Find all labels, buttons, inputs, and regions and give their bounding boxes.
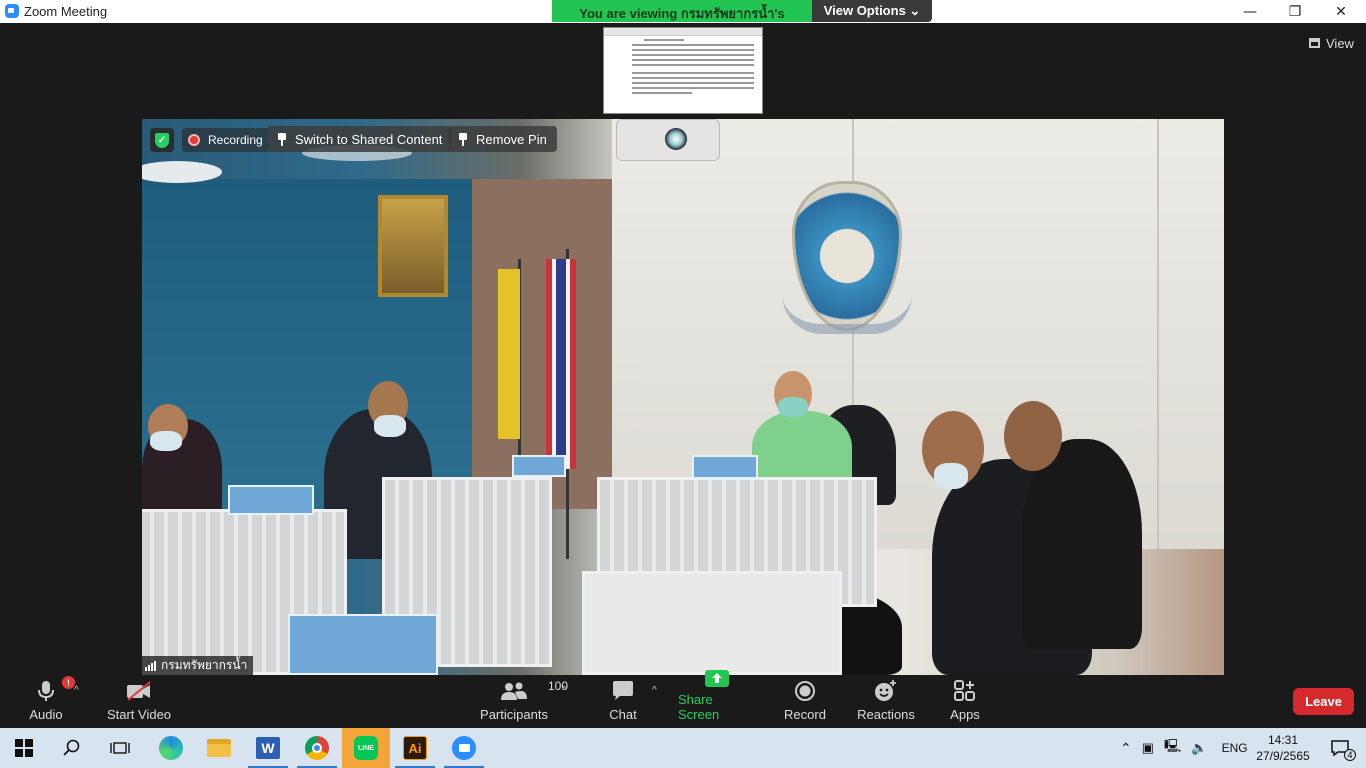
shared-screen-thumbnail[interactable]	[603, 27, 763, 114]
signal-strength-icon	[145, 660, 156, 671]
minimize-button[interactable]: —	[1227, 0, 1273, 23]
reactions-label: Reactions	[857, 707, 915, 722]
edge-taskbar-button[interactable]	[147, 728, 195, 768]
audio-button[interactable]: ! Audio	[22, 675, 75, 728]
start-video-button[interactable]: Start Video	[103, 675, 175, 728]
record-icon	[794, 678, 816, 704]
clock-time: 14:31	[1267, 733, 1299, 747]
reactions-icon	[873, 678, 899, 704]
screen-share-banner: You are viewing กรมทรัพยากรน้ำ's screen …	[552, 0, 932, 39]
restore-button[interactable]: ❐	[1272, 0, 1318, 23]
start-button[interactable]	[0, 728, 48, 768]
search-button[interactable]	[48, 728, 96, 768]
notifications-button[interactable]: 4	[1316, 728, 1364, 768]
chat-label: Chat	[609, 707, 637, 722]
share-screen-label: Share Screen	[678, 692, 720, 722]
view-button[interactable]: View	[1302, 31, 1360, 55]
pin-icon	[277, 132, 287, 146]
apps-button[interactable]: Apps	[944, 675, 986, 728]
system-tray: ⌃ ▣ 🖳 🔈 ENG	[1120, 728, 1248, 768]
video-off-icon	[125, 678, 153, 704]
view-button-label: View	[1326, 35, 1354, 51]
view-options-button[interactable]: View Options ⌄	[812, 0, 932, 22]
thai-flag	[546, 259, 576, 469]
share-screen-icon	[704, 669, 730, 689]
edge-icon	[159, 736, 183, 760]
chevron-up-icon[interactable]: ⌃	[1120, 740, 1132, 757]
ceiling-projector	[616, 119, 720, 161]
participants-options-caret[interactable]: ^	[562, 685, 567, 696]
start-video-label: Start Video	[106, 707, 172, 722]
line-taskbar-button[interactable]: LINE	[342, 728, 390, 768]
chat-button[interactable]: Chat	[600, 675, 646, 728]
search-icon	[63, 739, 80, 756]
task-view-icon	[110, 742, 130, 754]
participants-button[interactable]: 100 Participants	[478, 675, 568, 728]
folder-icon	[207, 739, 231, 757]
remove-pin-label: Remove Pin	[476, 131, 547, 147]
wall-portrait	[378, 195, 448, 297]
clock-date: 27/9/2565	[1256, 749, 1310, 763]
word-icon: W	[256, 737, 280, 759]
participants-label: Participants	[480, 707, 548, 722]
record-button[interactable]: Record	[782, 675, 828, 728]
thumbnail-toolbar	[604, 28, 762, 36]
participants-icon: 100	[500, 678, 568, 704]
zoom-taskbar-button[interactable]	[440, 728, 488, 768]
participant-name-tag: กรมทรัพยากรน้ำ	[142, 656, 254, 675]
language-indicator[interactable]: ENG	[1222, 741, 1248, 755]
chrome-icon	[305, 736, 329, 760]
audio-options-caret[interactable]: ^	[74, 685, 79, 696]
reactions-button[interactable]: Reactions	[856, 675, 916, 728]
remove-pin-button[interactable]: Remove Pin	[448, 126, 557, 152]
recording-indicator[interactable]: Recording	[182, 128, 269, 152]
meet-now-icon[interactable]: ▣	[1142, 740, 1154, 756]
switch-to-shared-content-label: Switch to Shared Content	[295, 131, 443, 147]
meeting-toolbar: ! Audio ^ Start Video 100 Participants ^…	[0, 670, 1366, 728]
task-view-button[interactable]	[96, 728, 144, 768]
chat-icon	[611, 678, 635, 704]
window-title: Zoom Meeting	[24, 4, 108, 19]
gallery-view-icon	[1309, 38, 1320, 48]
share-screen-button[interactable]: Share Screen	[678, 670, 756, 728]
microphone-icon: !	[36, 676, 75, 704]
participant-name: กรมทรัพยากรน้ำ	[161, 658, 248, 672]
pinned-video-feed[interactable]: ✓ Recording Switch to Shared Content Rem…	[142, 119, 1224, 675]
notification-count-badge: 4	[1344, 749, 1356, 761]
apps-label: Apps	[950, 707, 980, 722]
file-explorer-taskbar-button[interactable]	[195, 728, 243, 768]
record-label: Record	[784, 707, 826, 722]
illustrator-taskbar-button[interactable]: Ai	[391, 728, 439, 768]
volume-icon[interactable]: 🔈	[1191, 740, 1207, 756]
line-icon: LINE	[354, 736, 378, 760]
apps-icon	[954, 678, 976, 704]
audio-label: Audio	[29, 707, 63, 722]
conference-table-front	[582, 571, 842, 675]
pin-icon	[458, 132, 468, 146]
recording-label: Recording	[208, 133, 263, 147]
chrome-taskbar-button[interactable]	[293, 728, 341, 768]
network-icon[interactable]: 🖳	[1164, 737, 1181, 759]
windows-taskbar: W LINE Ai ⌃ ▣ 🖳 🔈 ENG 14:31 27/9/2565 4	[0, 728, 1366, 768]
illustrator-icon: Ai	[403, 736, 427, 760]
windows-logo-icon	[15, 739, 33, 757]
taskbar-clock[interactable]: 14:31 27/9/2565	[1248, 732, 1318, 764]
switch-to-shared-content-button[interactable]: Switch to Shared Content	[267, 126, 453, 152]
close-button[interactable]: ✕	[1318, 0, 1364, 23]
word-taskbar-button[interactable]: W	[244, 728, 292, 768]
yellow-flag	[498, 269, 520, 439]
recording-dot-icon	[188, 134, 200, 146]
encryption-shield-icon[interactable]: ✓	[150, 128, 174, 152]
chat-options-caret[interactable]: ^	[652, 685, 657, 696]
viewing-screen-label: You are viewing กรมทรัพยากรน้ำ's screen	[552, 0, 812, 39]
leave-button[interactable]: Leave	[1293, 688, 1354, 715]
zoom-app-icon	[5, 4, 19, 18]
zoom-icon	[452, 736, 476, 760]
